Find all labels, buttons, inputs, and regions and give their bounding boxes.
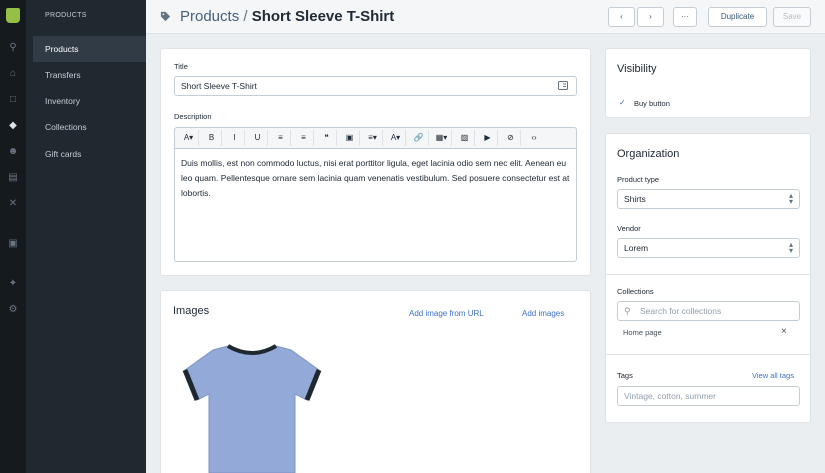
- rich-text-toolbar: A▾ B I U ≡ ≡ ❝ ▣ ≡▾ A▾ 🔗 ▦▾ ▨ ▶ ⊘ ‹›: [174, 127, 577, 149]
- align-button[interactable]: ≡▾: [363, 130, 383, 146]
- section-divider: [605, 274, 811, 275]
- collection-tag-home-page: Home page: [623, 328, 662, 337]
- title-input[interactable]: Short Sleeve T-Shirt: [174, 76, 577, 96]
- settings-icon[interactable]: ⚙: [7, 304, 19, 316]
- previous-product-button[interactable]: ‹: [608, 7, 635, 27]
- product-type-label: Product type: [617, 175, 660, 184]
- channels-icon[interactable]: ✦: [7, 278, 19, 290]
- vendor-label: Vendor: [617, 224, 641, 233]
- tags-input[interactable]: Vintage, cotton, summer: [617, 386, 800, 406]
- discounts-icon[interactable]: ✕: [7, 198, 19, 210]
- collections-search-input[interactable]: ⚲ Search for collections: [617, 301, 800, 321]
- text-style-button[interactable]: A▾: [179, 130, 199, 146]
- breadcrumb-products[interactable]: Products: [180, 8, 239, 25]
- product-type-select[interactable]: Shirts ▴ ▾: [617, 189, 800, 209]
- reports-icon[interactable]: ▤: [7, 172, 19, 184]
- products-icon[interactable]: ◆: [7, 120, 19, 132]
- organization-title: Organization: [617, 148, 680, 160]
- buy-button-checkbox[interactable]: ✓: [619, 98, 626, 107]
- text-color-button[interactable]: A▾: [386, 130, 406, 146]
- subnav-item-gift-cards[interactable]: Gift cards: [33, 141, 146, 167]
- clear-format-icon[interactable]: ⊘: [501, 130, 521, 146]
- buy-button-label[interactable]: Buy button: [634, 99, 670, 108]
- breadcrumb: Products / Short Sleeve T-Shirt: [180, 8, 394, 25]
- tags-placeholder: Vintage, cotton, summer: [624, 391, 716, 401]
- product-type-value: Shirts: [624, 194, 646, 204]
- search-icon[interactable]: ⚲: [7, 42, 19, 54]
- add-images-link[interactable]: Add images: [522, 309, 564, 318]
- tags-label: Tags: [617, 371, 633, 380]
- html-code-icon[interactable]: ‹›: [524, 130, 544, 146]
- underline-button[interactable]: U: [248, 130, 268, 146]
- collections-placeholder: Search for collections: [640, 306, 722, 316]
- subnav-item-products[interactable]: Products: [33, 36, 146, 62]
- chevron-updown-icon: ▴ ▾: [788, 240, 793, 255]
- add-image-from-url-link[interactable]: Add image from URL: [409, 309, 484, 318]
- section-divider: [605, 354, 811, 355]
- page-header: Products / Short Sleeve T-Shirt ‹ › ··· …: [146, 0, 825, 34]
- icon-rail: ⚲ ⌂ □ ◆ ☻ ▤ ✕ ▣ ✦ ⚙: [0, 0, 26, 473]
- products-subnav: PRODUCTS Products Transfers Inventory Co…: [26, 0, 146, 473]
- vendor-select[interactable]: Lorem ▴ ▾: [617, 238, 800, 258]
- quote-button[interactable]: ❝: [317, 130, 337, 146]
- page-title: Short Sleeve T-Shirt: [251, 8, 395, 25]
- view-all-tags-link[interactable]: View all tags: [752, 371, 794, 380]
- image-icon[interactable]: ▨: [455, 130, 475, 146]
- description-editor[interactable]: Duis mollis, est non commodo luctus, nis…: [174, 148, 577, 262]
- home-icon[interactable]: ⌂: [7, 68, 19, 80]
- table-button[interactable]: ▣: [340, 130, 360, 146]
- duplicate-button[interactable]: Duplicate: [708, 7, 767, 27]
- visibility-title: Visibility: [617, 63, 657, 75]
- collections-label: Collections: [617, 287, 654, 296]
- search-icon: ⚲: [624, 306, 631, 316]
- chevron-updown-icon: ▴ ▾: [788, 191, 793, 206]
- video-icon[interactable]: ▶: [478, 130, 498, 146]
- orders-icon[interactable]: □: [7, 94, 19, 106]
- subnav-item-transfers[interactable]: Transfers: [33, 62, 146, 88]
- customers-icon[interactable]: ☻: [7, 146, 19, 158]
- description-label: Description: [174, 112, 212, 121]
- link-icon[interactable]: 🔗: [409, 130, 429, 146]
- images-title: Images: [173, 305, 210, 317]
- italic-button[interactable]: I: [225, 130, 245, 146]
- contact-card-icon: [558, 81, 568, 90]
- remove-collection-icon[interactable]: ×: [781, 326, 787, 337]
- subnav-section-title: PRODUCTS: [45, 12, 87, 19]
- apps-icon[interactable]: ▣: [7, 238, 19, 250]
- bold-button[interactable]: B: [202, 130, 222, 146]
- subnav-item-collections[interactable]: Collections: [33, 114, 146, 140]
- bullet-list-button[interactable]: ≡: [271, 130, 291, 146]
- save-button[interactable]: Save: [773, 7, 811, 27]
- more-actions-button[interactable]: ···: [673, 7, 697, 27]
- numbered-list-button[interactable]: ≡: [294, 130, 314, 146]
- shopify-logo-icon: [6, 8, 20, 23]
- subnav-item-inventory[interactable]: Inventory: [33, 88, 146, 114]
- title-label: Title: [174, 62, 188, 71]
- tag-icon: [160, 11, 171, 22]
- product-image-tshirt[interactable]: [173, 338, 331, 473]
- vendor-value: Lorem: [624, 243, 649, 253]
- next-product-button[interactable]: ›: [637, 7, 664, 27]
- insert-table-button[interactable]: ▦▾: [432, 130, 452, 146]
- breadcrumb-separator: /: [243, 8, 248, 25]
